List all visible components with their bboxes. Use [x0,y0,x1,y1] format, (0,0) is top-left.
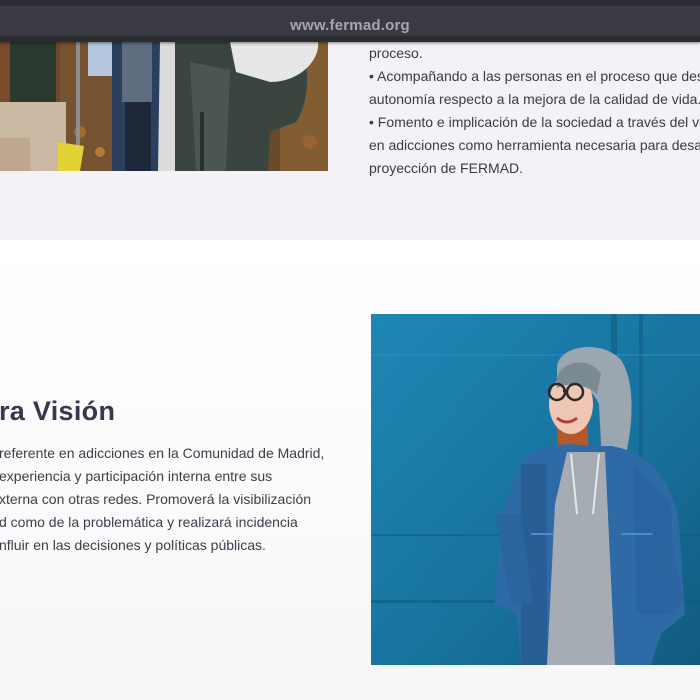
volunteers-photo [0,42,328,171]
browser-top-bar: www.fermad.org [0,0,700,42]
mission-bullets: proceso. • Acompañando a las personas en… [369,42,700,180]
bullet-line: proceso. [369,45,423,61]
paragraph-line: xterna con otras redes. Promoverá la vis… [0,491,312,507]
bullet-line: en adicciones como herramienta necesaria… [369,137,700,153]
woman-hoodie-photo [371,314,700,665]
bullet-line: • Fomento e implicación de la sociedad a… [369,114,700,130]
woman-hoodie-photo-illustration [371,314,700,665]
paragraph-line: experiencia y participación interna entr… [0,468,273,484]
paragraph-line: d como de la problemática y realizará in… [0,514,298,530]
vision-paragraph: referente en adicciones en la Comunidad … [0,442,329,557]
address-bar-url[interactable]: www.fermad.org [0,17,700,34]
paragraph-line: referente en adicciones en la Comunidad … [0,445,325,461]
bullet-line: • Acompañando a las personas en el proce… [369,68,700,84]
vision-title: ra Visión [0,396,116,426]
paragraph-line: nfluir en las decisiones y políticas púb… [0,537,266,553]
address-bar[interactable]: www.fermad.org [0,6,700,36]
bullet-line: proyección de FERMAD. [369,160,524,176]
bullet-line: autonomía respecto a la mejora de la cal… [369,91,700,107]
volunteers-photo-illustration [0,42,328,171]
